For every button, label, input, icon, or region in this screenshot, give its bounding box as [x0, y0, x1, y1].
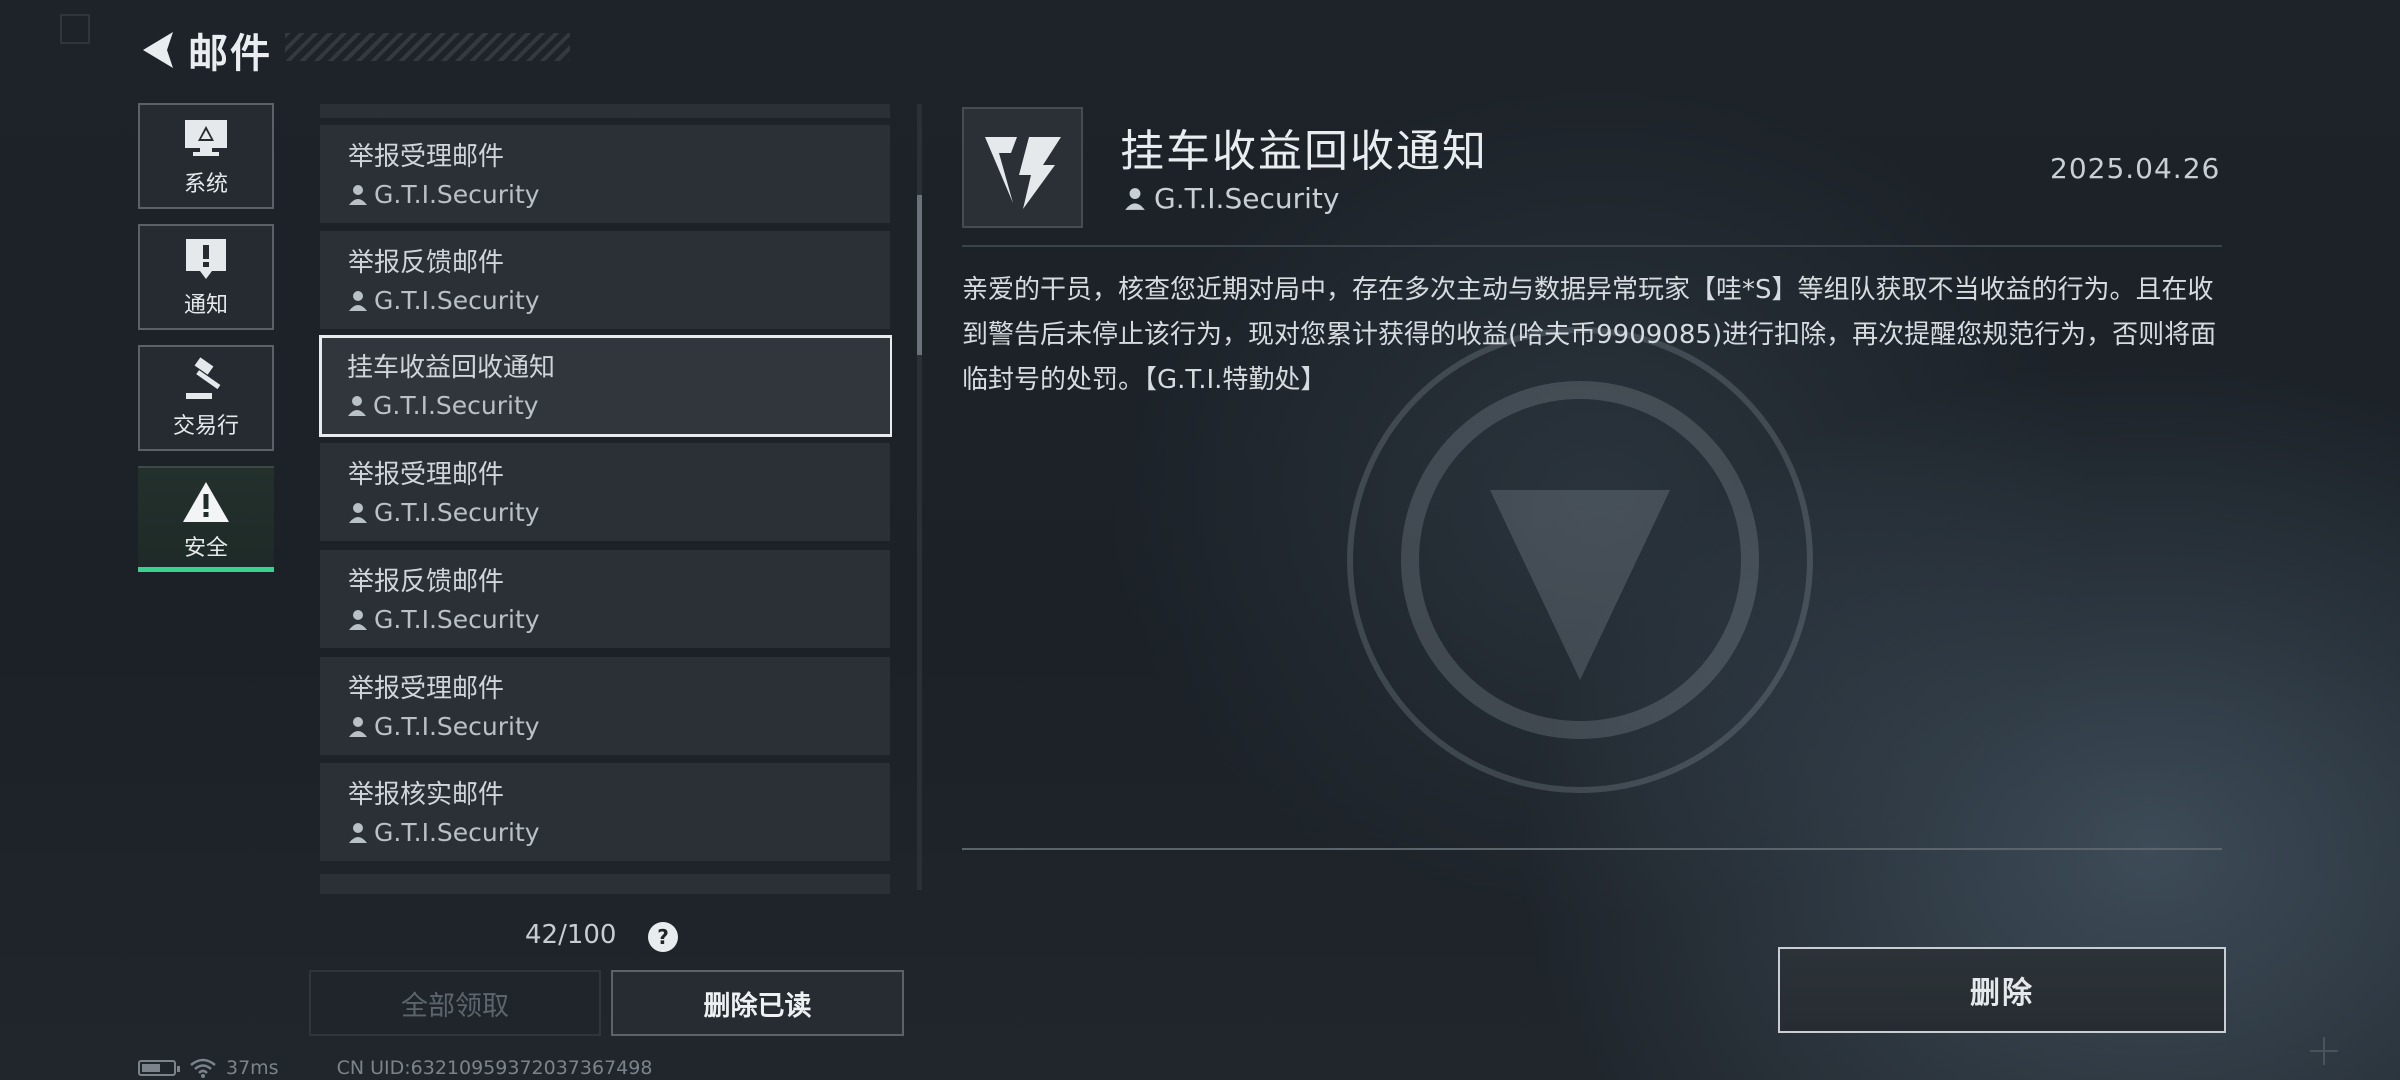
- mail-item-selected[interactable]: 挂车收益回收通知 G.T.I.Security: [319, 335, 892, 437]
- tab-label: 通知: [183, 293, 228, 318]
- monitor-warning-icon: [183, 114, 229, 162]
- tab-system[interactable]: 系统: [138, 103, 274, 209]
- tab-auction[interactable]: 交易行: [138, 345, 274, 451]
- tab-label: 系统: [183, 172, 228, 197]
- mail-sender-name: G.T.I.Security: [374, 605, 540, 634]
- mail-item[interactable]: 举报受理邮件 G.T.I.Security: [320, 657, 890, 755]
- mail-detail-sender: G.T.I.Security: [1124, 182, 1339, 215]
- mail-item[interactable]: 举报受理邮件 G.T.I.Security: [320, 443, 890, 541]
- tab-security[interactable]: 安全: [138, 466, 274, 572]
- mail-sender-name: G.T.I.Security: [374, 712, 540, 741]
- exclamation-box-icon: [184, 235, 228, 283]
- active-indicator: [138, 567, 274, 572]
- person-icon: [349, 717, 367, 737]
- delete-button[interactable]: 删除: [1778, 947, 2226, 1033]
- mail-list[interactable]: 举报受理邮件 G.T.I.Security 举报反馈邮件 G.T.I.Secur…: [318, 104, 892, 894]
- mail-item[interactable]: 举报反馈邮件 G.T.I.Security: [320, 550, 890, 648]
- tab-notice[interactable]: 通知: [138, 224, 274, 330]
- mail-subject: 举报核实邮件: [348, 780, 505, 810]
- sender-logo: [962, 107, 1083, 228]
- person-icon: [348, 396, 366, 416]
- gavel-icon: [182, 356, 230, 404]
- mail-subject: 举报反馈邮件: [348, 248, 505, 278]
- mail-sender: G.T.I.Security: [348, 285, 890, 317]
- mail-sender-name: G.T.I.Security: [374, 498, 540, 527]
- person-icon: [349, 610, 367, 630]
- mail-sender-name: G.T.I.Security: [374, 818, 540, 847]
- delete-read-button[interactable]: 删除已读: [611, 970, 904, 1036]
- mail-subject: 举报反馈邮件: [348, 567, 505, 597]
- mail-subject: 举报受理邮件: [348, 674, 505, 704]
- mail-sender-name: G.T.I.Security: [374, 286, 540, 315]
- list-item-partial: [320, 874, 890, 894]
- mail-sender-name: G.T.I.Security: [374, 180, 540, 209]
- mail-item[interactable]: 举报反馈邮件 G.T.I.Security: [320, 231, 890, 329]
- mail-detail-sender-name: G.T.I.Security: [1154, 182, 1340, 215]
- plus-icon: [2310, 1037, 2338, 1065]
- mail-detail-title: 挂车收益回收通知: [1120, 126, 1488, 177]
- person-icon: [349, 823, 367, 843]
- scrollbar-thumb[interactable]: [917, 195, 922, 355]
- divider: [962, 245, 2222, 247]
- person-icon: [349, 291, 367, 311]
- corner-square: [60, 14, 90, 44]
- mail-subject: 举报受理邮件: [348, 460, 505, 490]
- back-arrow-icon: [143, 32, 173, 68]
- mail-detail-body: 亲爱的干员，核查您近期对局中，存在多次主动与数据异常玩家【哇*S】等组队获取不当…: [962, 275, 2217, 395]
- user-uid: CN UID:63210959372037367498: [336, 1057, 653, 1079]
- mail-item[interactable]: 举报核实邮件 G.T.I.Security: [320, 763, 890, 861]
- mail-sender: G.T.I.Security: [348, 817, 890, 849]
- back-button[interactable]: [138, 26, 178, 74]
- person-icon: [1125, 187, 1145, 210]
- mail-sender: G.T.I.Security: [348, 497, 890, 529]
- status-bar: 37ms CN UID:63210959372037367498: [138, 1056, 652, 1080]
- battery-icon: [138, 1060, 180, 1076]
- warning-triangle-icon: [181, 478, 231, 526]
- claim-all-button[interactable]: 全部领取: [309, 970, 601, 1036]
- mail-subject: 举报受理邮件: [348, 142, 505, 172]
- mail-item[interactable]: 举报受理邮件 G.T.I.Security: [320, 125, 890, 223]
- mail-sender: G.T.I.Security: [348, 711, 890, 743]
- wifi-icon: [190, 1058, 216, 1078]
- title-decoration: [285, 33, 570, 61]
- gti-logo-icon: [984, 136, 1061, 209]
- mail-subject: 挂车收益回收通知: [347, 353, 556, 383]
- tab-label: 交易行: [172, 414, 239, 439]
- person-icon: [349, 185, 367, 205]
- mail-sender: G.T.I.Security: [348, 604, 890, 636]
- ping-value: 37ms: [226, 1057, 279, 1079]
- tab-label: 安全: [183, 536, 228, 561]
- list-item-partial: [320, 104, 890, 118]
- mail-sender-name: G.T.I.Security: [373, 391, 539, 420]
- mail-sender: G.T.I.Security: [347, 390, 890, 422]
- mail-count: 42/100: [525, 920, 617, 950]
- mail-detail-date: 2025.04.26: [2050, 152, 2221, 185]
- help-button[interactable]: ?: [648, 922, 678, 952]
- divider: [962, 848, 2222, 850]
- person-icon: [349, 503, 367, 523]
- page-title: 邮件: [188, 31, 272, 77]
- mail-sender: G.T.I.Security: [348, 179, 890, 211]
- page-header: 邮件: [138, 22, 272, 78]
